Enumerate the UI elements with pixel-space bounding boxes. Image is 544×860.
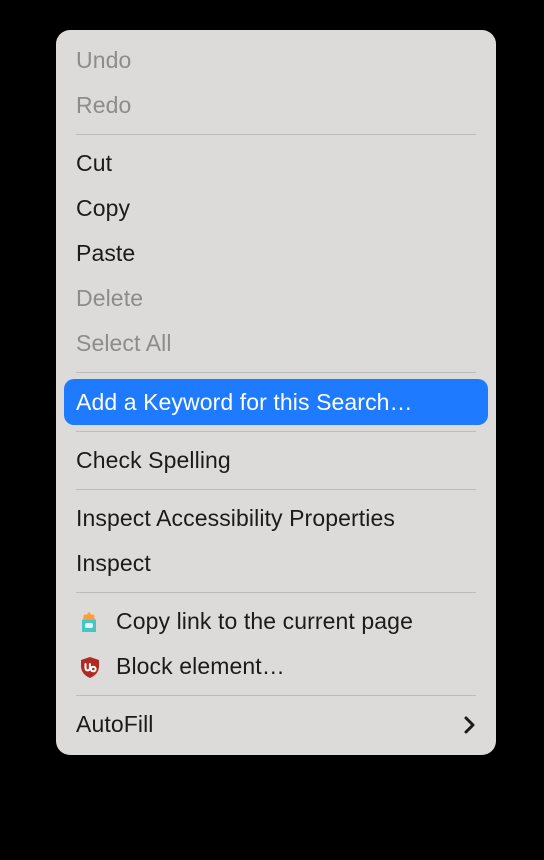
menu-item-label: AutoFill: [76, 711, 464, 738]
menu-item-label: Redo: [76, 92, 476, 119]
menu-separator: [76, 134, 476, 135]
menu-item-label: Inspect: [76, 550, 476, 577]
menu-item-inspect[interactable]: Inspect: [56, 541, 496, 586]
extension-icon: [76, 608, 104, 636]
menu-item-block-element[interactable]: Block element…: [56, 644, 496, 689]
menu-item-check-spelling[interactable]: Check Spelling: [56, 438, 496, 483]
chevron-right-icon: [464, 716, 476, 734]
menu-item-label: Inspect Accessibility Properties: [76, 505, 476, 532]
menu-item-label: Delete: [76, 285, 476, 312]
menu-item-label: Paste: [76, 240, 476, 267]
menu-item-copy[interactable]: Copy: [56, 186, 496, 231]
menu-item-delete: Delete: [56, 276, 496, 321]
menu-item-label: Cut: [76, 150, 476, 177]
menu-item-autofill[interactable]: AutoFill: [56, 702, 496, 747]
menu-separator: [76, 592, 476, 593]
menu-item-label: Undo: [76, 47, 476, 74]
menu-item-copy-link[interactable]: Copy link to the current page: [56, 599, 496, 644]
menu-item-label: Add a Keyword for this Search…: [76, 389, 476, 416]
menu-item-label: Copy: [76, 195, 476, 222]
menu-item-label: Check Spelling: [76, 447, 476, 474]
menu-item-paste[interactable]: Paste: [56, 231, 496, 276]
menu-item-undo: Undo: [56, 38, 496, 83]
menu-item-label: Block element…: [116, 653, 476, 680]
menu-item-select-all: Select All: [56, 321, 496, 366]
menu-item-inspect-accessibility[interactable]: Inspect Accessibility Properties: [56, 496, 496, 541]
menu-item-add-keyword[interactable]: Add a Keyword for this Search…: [64, 379, 488, 425]
menu-separator: [76, 431, 476, 432]
menu-separator: [76, 372, 476, 373]
menu-item-cut[interactable]: Cut: [56, 141, 496, 186]
menu-item-label: Select All: [76, 330, 476, 357]
menu-separator: [76, 489, 476, 490]
menu-separator: [76, 695, 476, 696]
context-menu: Undo Redo Cut Copy Paste Delete Select A…: [56, 30, 496, 755]
menu-item-label: Copy link to the current page: [116, 608, 476, 635]
menu-item-redo: Redo: [56, 83, 496, 128]
ublock-icon: [76, 653, 104, 681]
